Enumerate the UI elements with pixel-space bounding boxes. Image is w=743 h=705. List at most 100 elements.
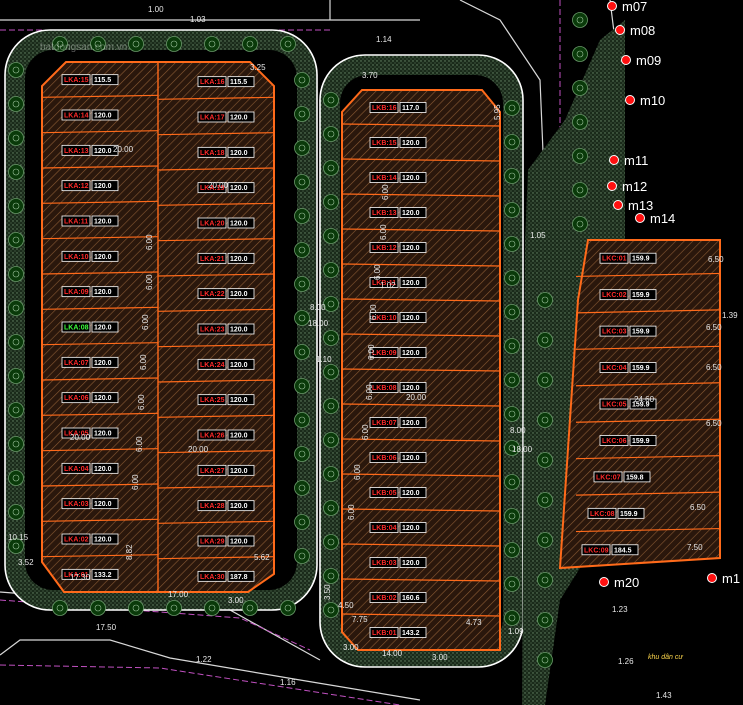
lot-code: LKC:04: [602, 365, 627, 372]
lot-area: 120.0: [230, 150, 248, 157]
lot-code: LKB:04: [372, 525, 397, 532]
tree-symbol: [294, 446, 310, 462]
tree-symbol: [8, 232, 24, 248]
dimension-label-vertical: 3.50: [323, 584, 332, 600]
dimension-label: 1.00: [148, 5, 164, 14]
lot-area: 120.0: [94, 183, 112, 190]
lot-area: 160.6: [402, 595, 420, 602]
note-bottom-right: khu dân cư: [648, 654, 683, 661]
survey-marker-label: m14: [650, 211, 675, 226]
lot-code: LKC:06: [602, 438, 627, 445]
tree-symbol: [166, 600, 182, 616]
tree-symbol: [537, 652, 553, 668]
dimension-label: 1.16: [280, 678, 296, 687]
dimension-label-vertical: 6.00: [369, 304, 378, 320]
lot-area: 120.0: [230, 503, 248, 510]
lot-area: 159.9: [632, 292, 650, 299]
lot-code: LKB:14: [372, 175, 397, 182]
tree-symbol: [8, 470, 24, 486]
dimension-label: 18.00: [308, 319, 329, 328]
lot-code: LKA:28: [200, 503, 225, 510]
dimension-label: 20.00: [208, 181, 229, 190]
lot-code: LKA:06: [64, 395, 89, 402]
tree-symbol: [504, 168, 520, 184]
lot-area: 120.0: [94, 395, 112, 402]
lot-area: 120.0: [230, 291, 248, 298]
survey-marker-label: m12: [622, 179, 647, 194]
lot-area: 120.0: [402, 140, 420, 147]
dimension-label-vertical: 6.00: [353, 464, 362, 480]
lot-code: LKC:08: [590, 511, 615, 518]
lot-code: LKA:11: [64, 219, 88, 226]
lot-code: LKA:12: [64, 183, 89, 190]
tree-symbol: [294, 514, 310, 530]
survey-marker-label: m10: [640, 93, 665, 108]
tree-symbol: [294, 548, 310, 564]
tree-symbol: [504, 270, 520, 286]
lot-code: LKA:25: [200, 397, 225, 404]
lot-code: LKA:21: [200, 256, 225, 263]
survey-marker-dot: [621, 55, 631, 65]
lot-area: 159.9: [632, 329, 650, 336]
lot-code: LKA:30: [200, 574, 225, 581]
survey-marker-dot: [613, 200, 623, 210]
lot-area: 120.0: [94, 254, 112, 261]
tree-symbol: [8, 436, 24, 452]
tree-symbol: [572, 182, 588, 198]
lot-code: LKC:05: [602, 402, 627, 409]
dimension-label-vertical: 6.00: [379, 224, 388, 240]
lot-area: 187.8: [230, 574, 248, 581]
lot-code: LKB:15: [372, 140, 397, 147]
tree-symbol: [294, 106, 310, 122]
lot-area: 120.0: [230, 185, 248, 192]
survey-marker-label: m20: [614, 575, 639, 590]
lot-area: 159.8: [626, 474, 644, 481]
tree-symbol: [504, 542, 520, 558]
lot-code: LKB:16: [372, 105, 397, 112]
tree-symbol: [323, 398, 339, 414]
lot-area: 120.0: [230, 115, 248, 122]
tree-symbol: [537, 332, 553, 348]
lot-code: LKB:12: [372, 245, 397, 252]
lot-code: LKC:02: [602, 292, 627, 299]
survey-marker-label: m11: [624, 153, 648, 168]
lot-code: LKA:04: [64, 466, 89, 473]
dimension-label-vertical: 6.00: [373, 264, 382, 280]
dimension-label-vertical: 6.00: [131, 474, 140, 490]
tree-symbol: [504, 236, 520, 252]
dimension-label: 1.43: [656, 691, 672, 700]
tree-symbol: [8, 164, 24, 180]
lot-code: LKA:23: [200, 327, 225, 334]
dimension-label: 6.50: [706, 323, 722, 332]
tree-symbol: [537, 532, 553, 548]
dimension-label: 17.00: [168, 590, 189, 599]
dimension-label: 24.60: [634, 395, 655, 404]
dimension-label-vertical: 6.00: [135, 436, 144, 452]
dimension-label: 1.03: [190, 15, 206, 24]
lot-area: 120.0: [230, 539, 248, 546]
tree-symbol: [323, 568, 339, 584]
block-lkb: LKB:16 117.0 LKB:15 120.0 LKB:14 120.0 LKB:13 1…: [341, 89, 501, 651]
lot-area: 120.0: [94, 289, 112, 296]
survey-marker-label: m09: [636, 53, 661, 68]
survey-marker-label: m07: [622, 0, 647, 14]
dimension-label: 7.75: [352, 615, 368, 624]
dimension-label-vertical: 6.00: [137, 394, 146, 410]
dimension-label: 3.52: [18, 558, 34, 567]
tree-symbol: [323, 466, 339, 482]
tree-symbol: [323, 126, 339, 142]
lot-area: 120.0: [94, 360, 112, 367]
dimension-label-vertical: 6.00: [381, 184, 390, 200]
tree-symbol: [8, 402, 24, 418]
dimension-label: 1.23: [612, 605, 628, 614]
lot-area: 120.0: [230, 468, 248, 475]
lot-code: LKA:02: [64, 537, 89, 544]
tree-symbol: [504, 202, 520, 218]
lot-area: 184.5: [614, 547, 632, 554]
dimension-label: 6.50: [708, 255, 724, 264]
lot-area: 120.0: [230, 397, 248, 404]
dimension-label: 7.50: [687, 543, 703, 552]
lot-area: 120.0: [94, 148, 112, 155]
survey-marker-dot: [615, 25, 625, 35]
lot-code: LKA:24: [200, 362, 225, 369]
